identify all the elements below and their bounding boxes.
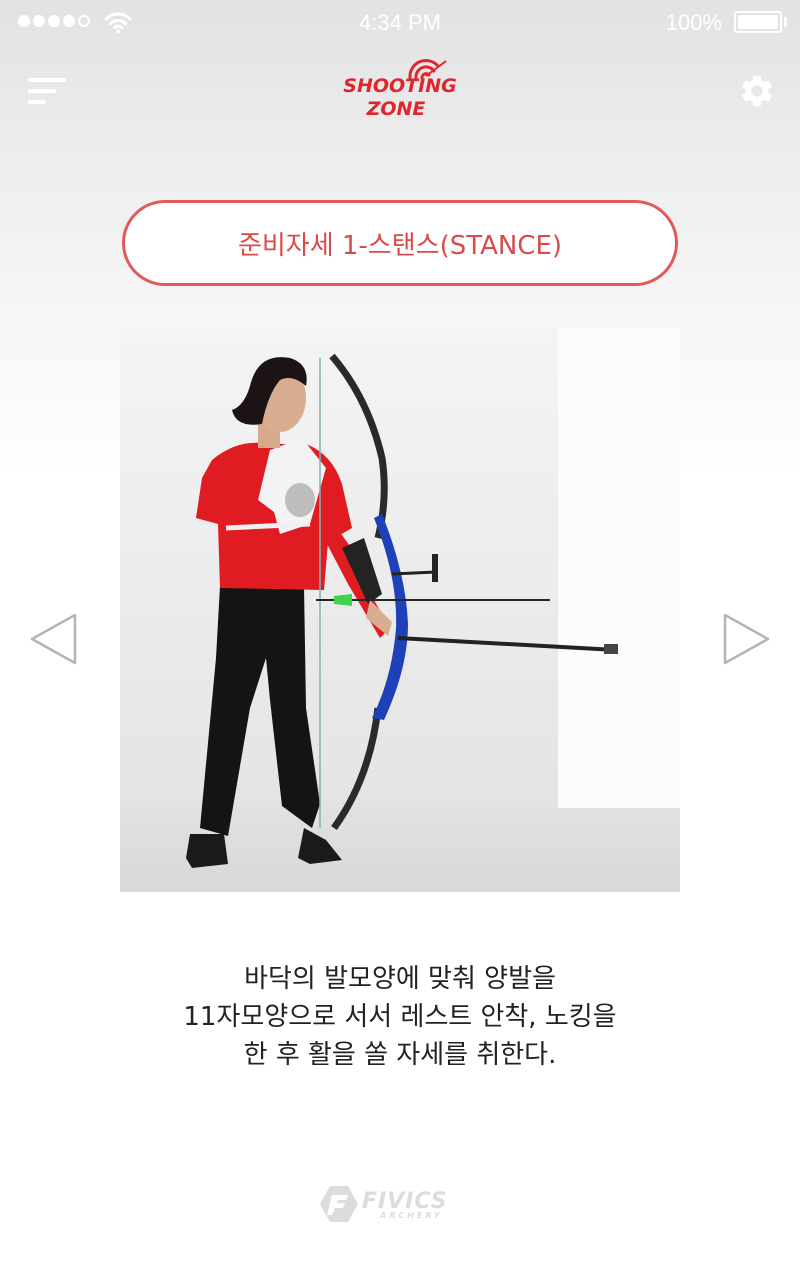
fivics-logo: FIVICS ARCHERY [318, 1184, 482, 1224]
description-line: 11자모양으로 서서 레스트 안착, 노킹을 [183, 1002, 617, 1032]
description-line: 한 후 활을 쏠 자세를 취한다. [243, 1040, 557, 1070]
triangle-right-icon[interactable] [722, 612, 772, 666]
archer-illustration [186, 328, 680, 868]
hamburger-menu-icon[interactable] [28, 78, 68, 106]
footer-brand-sub: ARCHERY [380, 1211, 443, 1220]
gear-icon[interactable] [738, 72, 776, 110]
battery-percent: 100% [665, 10, 722, 35]
stance-photo [120, 328, 680, 892]
stance-description: 바닥의 발모양에 맞춰 양발을 11자모양으로 서서 레스트 안착, 노킹을 한… [100, 960, 700, 1074]
logo-text-zone: ZONE [366, 98, 426, 120]
fivics-emblem-icon [320, 1186, 358, 1222]
logo-text-shooting: SHOOTING [343, 75, 457, 97]
triangle-left-icon[interactable] [28, 612, 78, 666]
battery-icon [734, 11, 782, 33]
status-bar: 4:34 PM 100% [0, 0, 800, 44]
description-line: 바닥의 발모양에 맞춰 양발을 [244, 964, 556, 994]
stance-title-button[interactable]: 준비자세 1-스탠스(STANCE) [122, 200, 678, 286]
shooting-zone-logo: SHOOTING ZONE [300, 58, 500, 124]
